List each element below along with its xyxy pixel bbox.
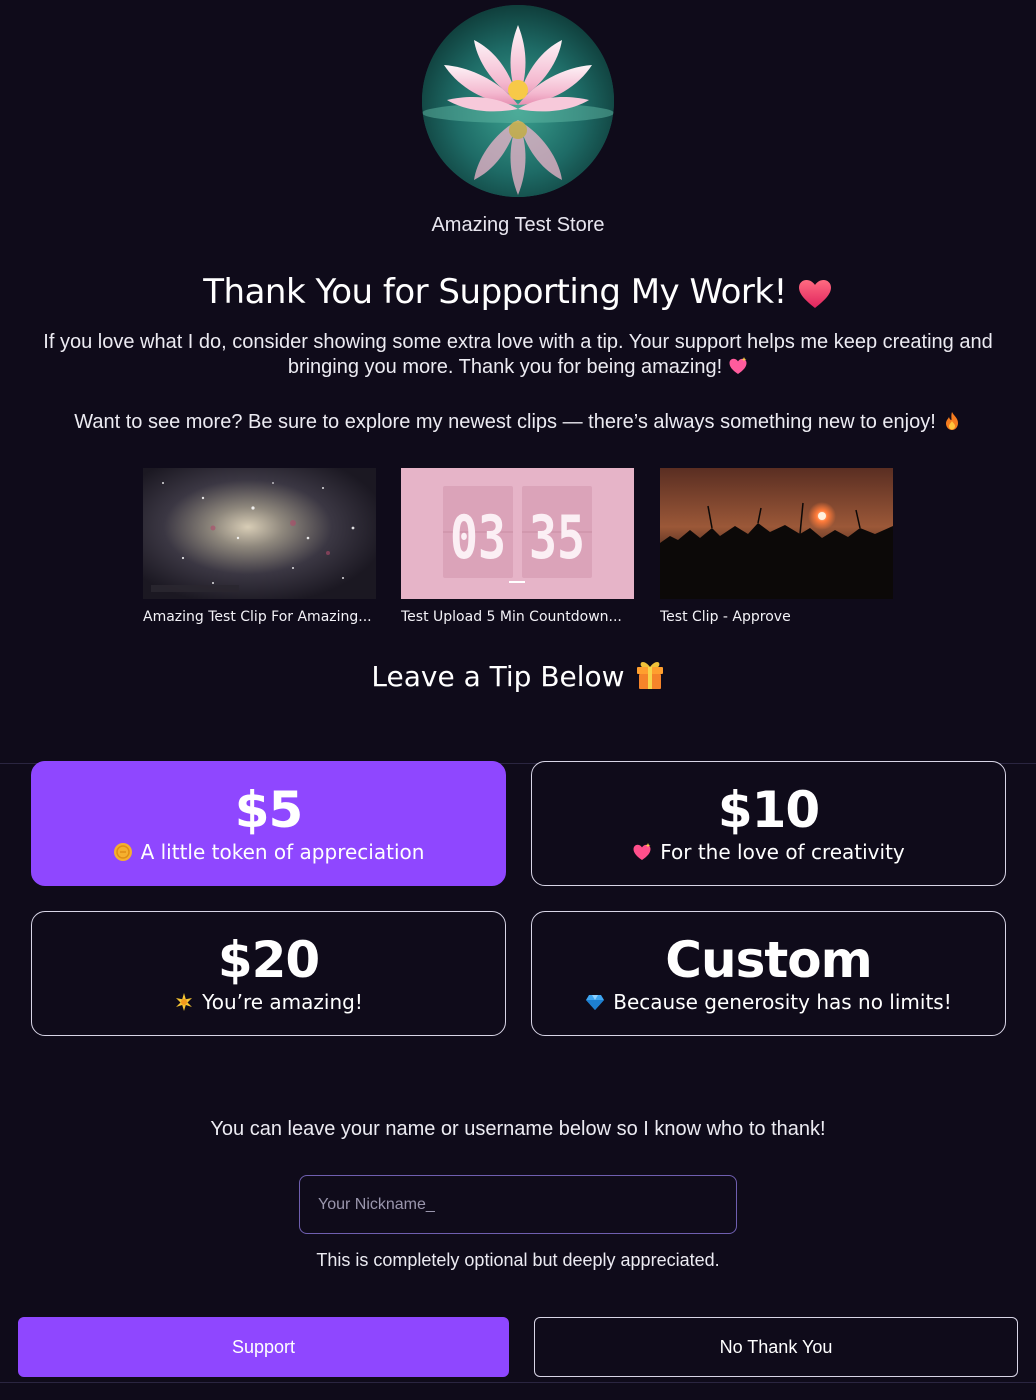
lotus-image <box>422 5 614 197</box>
nickname-prompt: You can leave your name or username belo… <box>210 1118 826 1140</box>
tip-option-custom[interactable]: Custom Because generosity has no limits! <box>531 911 1006 1036</box>
tip-amount: $5 <box>234 781 304 839</box>
tip-amount: $20 <box>217 931 320 989</box>
store-avatar <box>422 5 614 197</box>
gem-icon <box>586 995 605 1010</box>
clip-title[interactable]: Test Upload 5 Min Countdown... <box>401 609 634 625</box>
tip-section-title-text: Leave a Tip Below <box>371 660 625 693</box>
tip-description: Because generosity has no limits! <box>532 990 1005 1014</box>
page-title: Thank You for Supporting My Work! <box>0 272 1036 312</box>
tip-page: Amazing Test Store Thank You for Support… <box>0 0 1036 1400</box>
countdown-thumbnail: 03 35 <box>401 468 634 599</box>
countdown-minutes: 03 <box>450 503 506 573</box>
sparkling-heart-icon <box>729 357 747 374</box>
galaxy-thumbnail <box>143 468 376 599</box>
support-button[interactable]: Support <box>18 1317 509 1377</box>
sparkling-heart-icon <box>633 843 651 860</box>
tip-option-10[interactable]: $10 For the love of creativity <box>531 761 1006 886</box>
intro-text: If you love what I do, consider showing … <box>30 330 1006 380</box>
bottom-divider <box>0 1382 1036 1383</box>
nickname-note: This is completely optional but deeply a… <box>316 1250 720 1270</box>
store-name: Amazing Test Store <box>431 214 605 236</box>
intro-text-body: If you love what I do, consider showing … <box>43 331 993 378</box>
clip-thumbnail[interactable] <box>143 468 376 599</box>
tip-option-5[interactable]: $5 A little token of appreciation <box>31 761 506 886</box>
tip-description-text: A little token of appreciation <box>140 840 425 864</box>
clip-card[interactable]: Amazing Test Clip For Amazing... <box>143 468 376 625</box>
tip-amount: $10 <box>717 781 820 839</box>
no-thank-you-button[interactable]: No Thank You <box>534 1317 1018 1377</box>
fire-icon <box>945 412 958 430</box>
tip-amount: Custom <box>665 931 872 989</box>
countdown-seconds: 35 <box>529 503 585 573</box>
explore-text: Want to see more? Be sure to explore my … <box>30 411 1006 434</box>
tip-description-text: Because generosity has no limits! <box>613 990 952 1014</box>
tip-description: You’re amazing! <box>32 990 505 1014</box>
clip-thumbnail[interactable]: 03 35 <box>401 468 634 599</box>
tip-description-text: You’re amazing! <box>202 990 363 1014</box>
sparkle-star-icon <box>176 993 193 1011</box>
nickname-input[interactable] <box>299 1175 737 1234</box>
gift-icon <box>636 662 663 689</box>
clip-title[interactable]: Test Clip - Approve <box>660 609 893 625</box>
tip-description: A little token of appreciation <box>32 840 505 864</box>
page-title-text: Thank You for Supporting My Work! <box>203 272 787 312</box>
sunset-thumbnail <box>660 468 893 599</box>
explore-text-body: Want to see more? Be sure to explore my … <box>74 411 936 433</box>
coin-icon <box>113 843 132 861</box>
tip-option-20[interactable]: $20 You’re amazing! <box>31 911 506 1036</box>
clip-card[interactable]: 03 35 Test Upload 5 Min Countdown... <box>401 468 634 625</box>
tip-description-text: For the love of creativity <box>660 840 905 864</box>
tip-description: For the love of creativity <box>532 840 1005 864</box>
clip-card[interactable]: Test Clip - Approve <box>660 468 893 625</box>
clip-title[interactable]: Amazing Test Clip For Amazing... <box>143 609 376 625</box>
red-heart-icon <box>798 279 831 308</box>
clip-thumbnail[interactable] <box>660 468 893 599</box>
tip-section-title: Leave a Tip Below <box>0 658 1036 693</box>
